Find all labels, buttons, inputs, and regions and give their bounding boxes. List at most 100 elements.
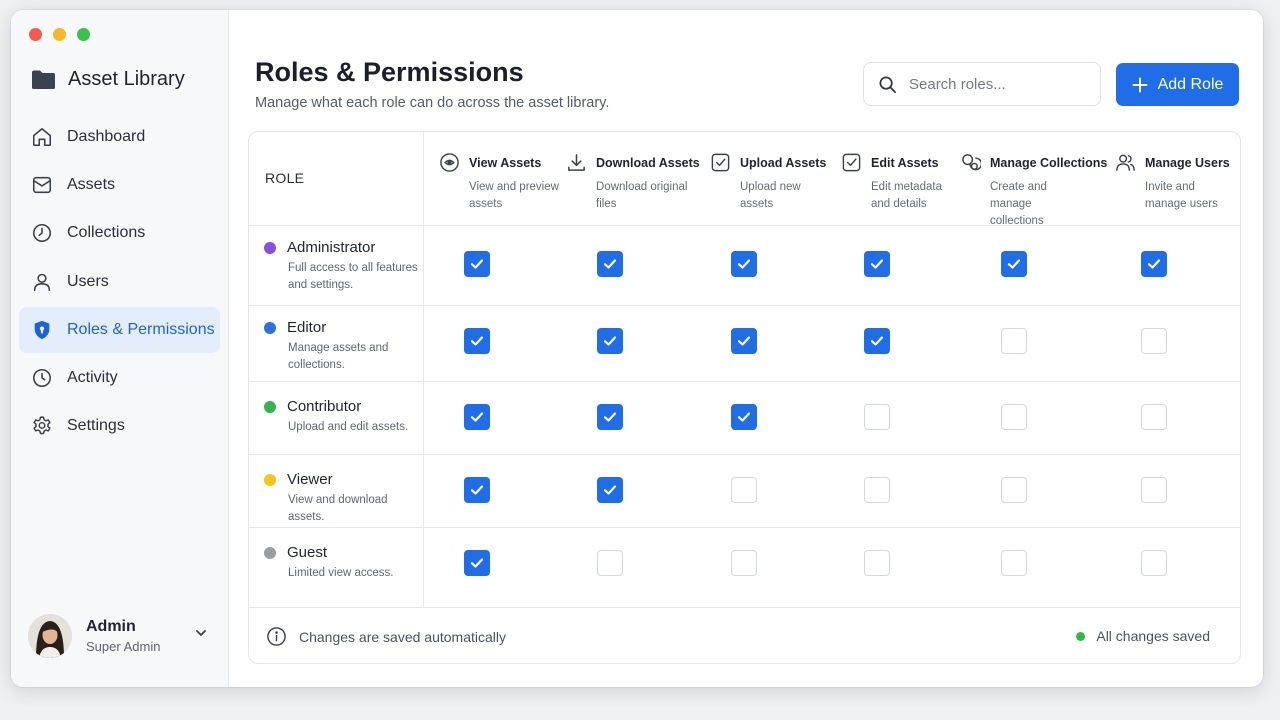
close-window-button[interactable] — [29, 28, 42, 41]
eye-icon — [440, 153, 459, 172]
chevron-down-icon[interactable] — [194, 626, 208, 640]
column-divider — [423, 132, 424, 607]
check-icon — [470, 336, 484, 346]
permission-title: Edit Assets — [871, 155, 939, 170]
role-guest[interactable]: Guest Limited view access. — [264, 544, 422, 582]
sidebar-nav: Dashboard Assets Collections Users Roles… — [19, 114, 220, 451]
role-color-dot — [264, 321, 276, 334]
checkbox-viewer-manage-collections[interactable] — [1001, 477, 1027, 503]
row-divider — [249, 454, 1240, 455]
sidebar-item-dashboard[interactable]: Dashboard — [19, 114, 220, 160]
row-divider — [249, 381, 1240, 382]
maximize-window-button[interactable] — [77, 28, 90, 41]
user-icon — [33, 273, 51, 291]
sidebar-item-roles-permissions[interactable]: Roles & Permissions — [19, 306, 220, 353]
checkbox-contributor-edit-assets[interactable] — [864, 404, 890, 430]
permission-header-manage-collections: Manage Collections Create and manage col… — [960, 152, 1107, 230]
collections-icon — [962, 154, 981, 171]
checkbox-administrator-edit-assets[interactable] — [864, 251, 890, 277]
permission-header-download-assets: Download Assets Download original files — [566, 152, 700, 213]
checkbox-contributor-manage-users[interactable] — [1141, 404, 1167, 430]
row-divider — [249, 607, 1240, 608]
checkbox-contributor-view-assets[interactable] — [464, 404, 490, 430]
checkbox-guest-edit-assets[interactable] — [864, 550, 890, 576]
checkbox-viewer-view-assets[interactable] — [464, 477, 490, 503]
check-icon — [470, 485, 484, 495]
sidebar-item-collections[interactable]: Collections — [19, 210, 220, 256]
checkbox-editor-manage-collections[interactable] — [1001, 328, 1027, 354]
checkbox-guest-manage-collections[interactable] — [1001, 550, 1027, 576]
sidebar-item-users[interactable]: Users — [19, 259, 220, 305]
autosave-note: Changes are saved automatically — [266, 626, 506, 647]
user-name: Admin — [86, 618, 136, 635]
checkbox-editor-upload-assets[interactable] — [731, 328, 757, 354]
mail-icon — [32, 177, 52, 194]
checkbox-administrator-download-assets[interactable] — [597, 251, 623, 277]
permission-title: Download Assets — [596, 155, 700, 170]
role-contributor[interactable]: Contributor Upload and edit assets. — [264, 398, 422, 436]
clock-icon — [32, 224, 52, 243]
sidebar-item-label: Collections — [67, 224, 146, 242]
permission-title: View Assets — [469, 155, 542, 170]
permission-desc: Download original files — [596, 181, 688, 210]
role-color-dot — [264, 546, 276, 559]
sidebar-item-label: Roles & Permissions — [67, 320, 215, 338]
sidebar-item-assets[interactable]: Assets — [19, 162, 220, 208]
minimize-window-button[interactable] — [53, 28, 66, 41]
add-role-button[interactable]: Add Role — [1116, 63, 1239, 106]
sidebar-item-activity[interactable]: Activity — [19, 355, 220, 401]
role-administrator[interactable]: Administrator Full access to all feature… — [264, 239, 422, 294]
role-column-header: ROLE — [265, 170, 305, 186]
app-title: Asset Library — [68, 68, 185, 90]
permission-desc: Edit metadata and details — [871, 181, 942, 210]
checkbox-guest-manage-users[interactable] — [1141, 550, 1167, 576]
checkbox-viewer-download-assets[interactable] — [597, 477, 623, 503]
checkbox-guest-view-assets[interactable] — [464, 550, 490, 576]
checkbox-editor-edit-assets[interactable] — [864, 328, 890, 354]
sidebar-item-label: Dashboard — [67, 128, 146, 145]
checkbox-administrator-view-assets[interactable] — [464, 251, 490, 277]
permission-title: Manage Users — [1145, 155, 1230, 170]
checkbox-administrator-manage-collections[interactable] — [1001, 251, 1027, 277]
status-dot — [1076, 631, 1086, 641]
checkbox-guest-download-assets[interactable] — [597, 550, 623, 576]
role-name: Contributor — [287, 398, 362, 415]
download-icon — [568, 154, 585, 171]
checkbox-contributor-upload-assets[interactable] — [731, 404, 757, 430]
checkbox-editor-view-assets[interactable] — [464, 328, 490, 354]
role-name: Viewer — [287, 471, 333, 488]
checkbox-administrator-upload-assets[interactable] — [731, 251, 757, 277]
checkbox-editor-manage-users[interactable] — [1141, 328, 1167, 354]
search-input[interactable] — [909, 75, 1079, 93]
sidebar-item-settings[interactable]: Settings — [19, 403, 220, 449]
check-icon — [603, 336, 617, 346]
role-editor[interactable]: Editor Manage assets and collections. — [264, 319, 422, 374]
checkbox-contributor-download-assets[interactable] — [597, 404, 623, 430]
users-icon — [1116, 154, 1135, 171]
role-viewer[interactable]: Viewer View and download assets. — [264, 471, 422, 526]
permissions-table: ROLE View Assets View and preview assets… — [248, 131, 1241, 664]
sidebar: Asset Library Dashboard Assets Collectio… — [11, 10, 229, 687]
checkbox-viewer-edit-assets[interactable] — [864, 477, 890, 503]
checkbox-viewer-manage-users[interactable] — [1141, 477, 1167, 503]
page-subtitle: Manage what each role can do across the … — [255, 95, 610, 111]
folder-icon — [32, 70, 55, 89]
row-divider — [249, 225, 1240, 226]
sidebar-item-label: Settings — [67, 417, 125, 435]
check-icon — [870, 259, 884, 269]
avatar — [28, 614, 72, 658]
role-color-dot — [264, 400, 276, 413]
checkbox-editor-download-assets[interactable] — [597, 328, 623, 354]
search-box — [863, 62, 1101, 106]
checkbox-administrator-manage-users[interactable] — [1141, 251, 1167, 277]
home-icon — [32, 127, 52, 147]
user-role: Super Admin — [86, 639, 161, 654]
checkbox-guest-upload-assets[interactable] — [731, 550, 757, 576]
role-desc: Upload and edit assets. — [288, 421, 409, 433]
permission-header-manage-users: Manage Users Invite and manage users — [1115, 152, 1237, 213]
app-brand[interactable]: Asset Library — [31, 68, 185, 91]
checkbox-viewer-upload-assets[interactable] — [731, 477, 757, 503]
checkbox-contributor-manage-collections[interactable] — [1001, 404, 1027, 430]
user-menu[interactable]: Admin Super Admin — [28, 610, 208, 662]
app-window: Asset Library Dashboard Assets Collectio… — [11, 10, 1263, 687]
